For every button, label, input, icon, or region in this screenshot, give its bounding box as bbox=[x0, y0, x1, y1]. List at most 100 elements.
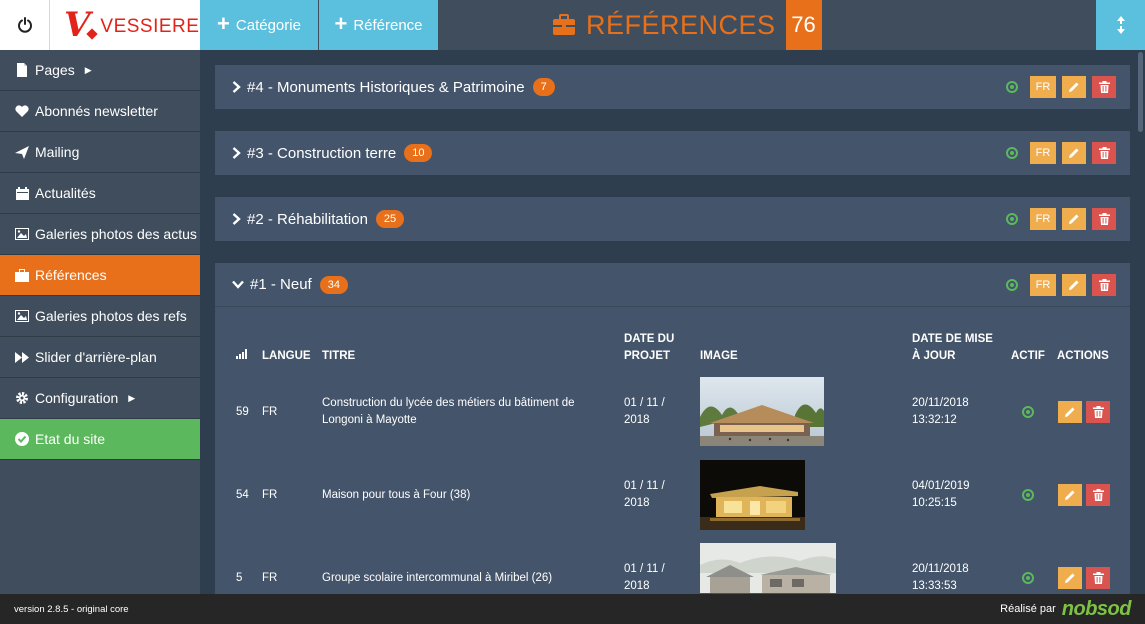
check-circle-icon bbox=[15, 432, 29, 446]
edit-button[interactable] bbox=[1058, 567, 1082, 589]
category-count-badge: 34 bbox=[319, 275, 348, 294]
language-button[interactable]: FR bbox=[1030, 76, 1056, 98]
language-button[interactable]: FR bbox=[1030, 274, 1056, 296]
category-panel: #3 - Construction terre 10 FR bbox=[215, 131, 1130, 175]
file-icon bbox=[15, 63, 29, 77]
edit-button[interactable] bbox=[1062, 274, 1086, 296]
table-row[interactable]: 5 FR Groupe scolaire intercommunal à Mir… bbox=[215, 543, 1130, 594]
sidebar-item-actualites[interactable]: Actualités bbox=[0, 173, 200, 214]
language-button[interactable]: FR bbox=[1030, 208, 1056, 230]
category-header[interactable]: #4 - Monuments Historiques & Patrimoine … bbox=[215, 65, 1130, 109]
sidebar-item-label: Galeries photos des actus bbox=[35, 226, 197, 242]
add-reference-label: Référence bbox=[353, 16, 423, 34]
sidebar-item-newsletter[interactable]: Abonnés newsletter bbox=[0, 91, 200, 132]
delete-button[interactable] bbox=[1092, 208, 1116, 230]
delete-button[interactable] bbox=[1086, 567, 1110, 589]
sidebar-item-slider[interactable]: Slider d'arrière-plan bbox=[0, 337, 200, 378]
row-project-date: 01 / 11 /2018 bbox=[624, 563, 665, 592]
active-status-icon[interactable] bbox=[1006, 279, 1018, 291]
chevron-right-icon bbox=[232, 213, 241, 225]
category-panel: #2 - Réhabilitation 25 FR bbox=[215, 197, 1130, 241]
row-order: 5 bbox=[236, 572, 243, 584]
sort-arrows-icon bbox=[1116, 16, 1125, 34]
delete-button[interactable] bbox=[1092, 274, 1116, 296]
row-updated-date: 20/11/2018 13:32:12 bbox=[912, 397, 969, 426]
sidebar-item-mailing[interactable]: Mailing bbox=[0, 132, 200, 173]
sidebar-item-configuration[interactable]: Configuration ▶ bbox=[0, 378, 200, 419]
briefcase-icon bbox=[553, 14, 575, 35]
logo[interactable]: V VESSIERE bbox=[50, 0, 200, 50]
category-title: #3 - Construction terre bbox=[247, 144, 397, 162]
trash-icon bbox=[1092, 572, 1104, 584]
sidebar-item-pages[interactable]: Pages ▶ bbox=[0, 50, 200, 91]
column-header-date-maj: DATE DE MISE À JOUR bbox=[912, 333, 993, 362]
trash-icon bbox=[1098, 81, 1110, 93]
cog-icon bbox=[15, 391, 29, 405]
pencil-icon bbox=[1065, 573, 1075, 583]
active-status-icon[interactable] bbox=[1006, 213, 1018, 225]
table-row[interactable]: 54 FR Maison pour tous à Four (38) 01 / … bbox=[215, 460, 1130, 530]
edit-button[interactable] bbox=[1062, 142, 1086, 164]
credit: Réalisé par nobsod bbox=[1000, 598, 1131, 621]
column-header-image: IMAGE bbox=[700, 350, 738, 362]
top-bar: V VESSIERE + Catégorie + Référence RÉFÉR… bbox=[0, 0, 1145, 50]
pencil-icon bbox=[1069, 214, 1079, 224]
category-header[interactable]: #3 - Construction terre 10 FR bbox=[215, 131, 1130, 175]
pencil-icon bbox=[1069, 148, 1079, 158]
sidebar-item-label: Mailing bbox=[35, 144, 80, 160]
nobsod-logo[interactable]: nobsod bbox=[1062, 598, 1132, 621]
footer: version 2.8.5 - original core Réalisé pa… bbox=[0, 594, 1145, 624]
column-header-actif: ACTIF bbox=[1011, 350, 1045, 362]
power-button[interactable] bbox=[0, 0, 50, 50]
delete-button[interactable] bbox=[1092, 76, 1116, 98]
row-title: Construction du lycée des métiers du bât… bbox=[322, 397, 575, 426]
category-count-badge: 7 bbox=[532, 78, 555, 96]
edit-button[interactable] bbox=[1062, 208, 1086, 230]
row-title: Groupe scolaire intercommunal à Miribel … bbox=[322, 572, 553, 584]
sort-order-icon[interactable] bbox=[236, 349, 248, 359]
pencil-icon bbox=[1065, 490, 1075, 500]
active-status-icon[interactable] bbox=[1006, 81, 1018, 93]
active-status-icon[interactable] bbox=[1022, 572, 1034, 584]
category-header[interactable]: #2 - Réhabilitation 25 FR bbox=[215, 197, 1130, 241]
logo-text: VESSIERE bbox=[100, 16, 200, 37]
calendar-icon bbox=[15, 186, 29, 200]
row-title: Maison pour tous à Four (38) bbox=[322, 489, 471, 501]
category-header[interactable]: #1 - Neuf 34 FR bbox=[215, 263, 1130, 307]
scrollbar-thumb[interactable] bbox=[1138, 52, 1143, 132]
table-row[interactable]: 59 FR Construction du lycée des métiers … bbox=[215, 377, 1130, 447]
power-icon bbox=[17, 17, 32, 33]
vertical-scrollbar[interactable] bbox=[1136, 50, 1145, 594]
active-status-icon[interactable] bbox=[1022, 489, 1034, 501]
version-text: version 2.8.5 - original core bbox=[14, 603, 129, 615]
sidebar-item-galeries-actus[interactable]: Galeries photos des actus bbox=[0, 214, 200, 255]
edit-button[interactable] bbox=[1058, 401, 1082, 423]
add-category-label: Catégorie bbox=[235, 16, 301, 34]
trash-icon bbox=[1098, 147, 1110, 159]
sidebar-item-label: Slider d'arrière-plan bbox=[35, 349, 157, 365]
sidebar-item-etat-du-site[interactable]: Etat du site bbox=[0, 419, 200, 460]
row-project-date: 01 / 11 /2018 bbox=[624, 397, 665, 426]
trash-icon bbox=[1092, 489, 1104, 501]
row-language: FR bbox=[262, 572, 278, 584]
add-category-button[interactable]: + Catégorie bbox=[200, 0, 318, 50]
delete-button[interactable] bbox=[1086, 401, 1110, 423]
trash-icon bbox=[1092, 406, 1104, 418]
column-header-langue: LANGUE bbox=[262, 350, 311, 362]
category-panel: #4 - Monuments Historiques & Patrimoine … bbox=[215, 65, 1130, 109]
active-status-icon[interactable] bbox=[1006, 147, 1018, 159]
add-reference-button[interactable]: + Référence bbox=[319, 0, 438, 50]
edit-button[interactable] bbox=[1058, 484, 1082, 506]
caret-right-icon: ▶ bbox=[128, 392, 136, 403]
sort-button[interactable] bbox=[1096, 0, 1145, 50]
delete-button[interactable] bbox=[1092, 142, 1116, 164]
active-status-icon[interactable] bbox=[1022, 406, 1034, 418]
pencil-icon bbox=[1065, 407, 1075, 417]
main-content: #4 - Monuments Historiques & Patrimoine … bbox=[200, 50, 1145, 594]
sidebar-item-references[interactable]: Références bbox=[0, 255, 200, 296]
delete-button[interactable] bbox=[1086, 484, 1110, 506]
language-button[interactable]: FR bbox=[1030, 142, 1056, 164]
edit-button[interactable] bbox=[1062, 76, 1086, 98]
sidebar-item-galeries-refs[interactable]: Galeries photos des refs bbox=[0, 296, 200, 337]
category-count-badge: 25 bbox=[375, 210, 405, 228]
